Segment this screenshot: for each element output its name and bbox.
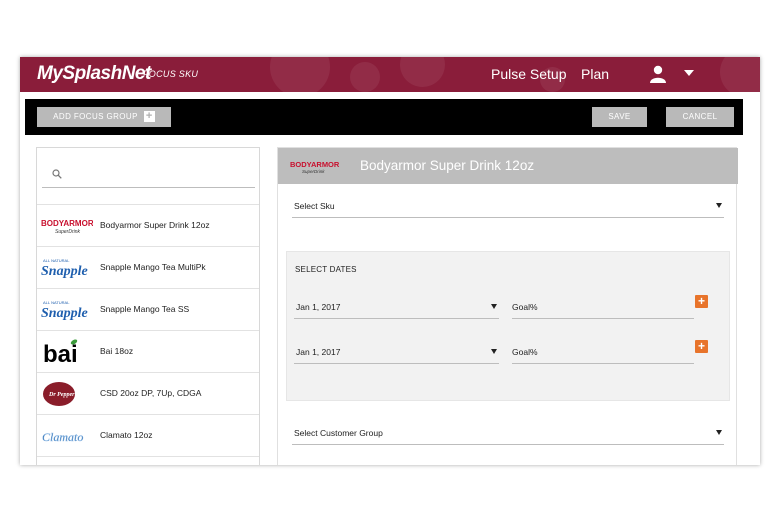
action-toolbar: ADD FOCUS GROUP + SAVE CANCEL bbox=[25, 99, 743, 135]
svg-text:ALL NATURAL: ALL NATURAL bbox=[43, 300, 70, 305]
clamato-logo: Clamato bbox=[42, 430, 84, 444]
svg-text:Clamato: Clamato bbox=[42, 430, 83, 444]
list-item[interactable]: ALL NATURAL Snapple Snapple Mango Tea SS bbox=[37, 288, 259, 330]
plus-icon: + bbox=[143, 111, 155, 123]
select-dates-section: SELECT DATES Jan 1, 2017 Goal% + Jan 1, … bbox=[286, 251, 730, 401]
list-item[interactable]: Clamato Clamato 12oz bbox=[37, 414, 259, 456]
add-date-row-button[interactable]: + bbox=[695, 340, 708, 353]
list-item[interactable]: BODYARMOR SuperDrink Bodyarmor Super Dri… bbox=[37, 204, 259, 246]
list-item[interactable]: ALL NATURAL Snapple Snapple Mango Tea Mu… bbox=[37, 246, 259, 288]
add-date-row-button[interactable]: + bbox=[695, 295, 708, 308]
goal-label: Goal% bbox=[512, 302, 538, 312]
sku-list: BODYARMOR SuperDrink Bodyarmor Super Dri… bbox=[37, 204, 259, 465]
svg-text:SuperDrink: SuperDrink bbox=[302, 169, 325, 174]
sku-list-panel: BODYARMOR SuperDrink Bodyarmor Super Dri… bbox=[36, 147, 260, 465]
app-logo: MySplashNet bbox=[37, 63, 151, 84]
svg-text:Snapple: Snapple bbox=[41, 306, 88, 321]
sku-detail-header: BODYARMOR SuperDrink Bodyarmor Super Dri… bbox=[278, 148, 738, 184]
list-item-label: Snapple Mango Tea MultiPk bbox=[100, 262, 206, 272]
date-dropdown[interactable]: Jan 1, 2017 bbox=[294, 297, 499, 319]
goal-field[interactable]: Goal% bbox=[512, 297, 694, 319]
list-item-label: Snapple Mango Tea SS bbox=[100, 304, 190, 314]
select-sku-dropdown[interactable]: Select Sku bbox=[292, 196, 724, 218]
dr-pepper-logo: Dr Pepper bbox=[43, 382, 75, 406]
sku-detail-panel: BODYARMOR SuperDrink Bodyarmor Super Dri… bbox=[277, 147, 738, 465]
goal-label: Goal% bbox=[512, 347, 538, 357]
search-input[interactable] bbox=[70, 164, 250, 184]
select-sku-label: Select Sku bbox=[294, 201, 335, 211]
select-customer-group-label: Select Customer Group bbox=[294, 428, 383, 438]
bodyarmor-logo: BODYARMOR SuperDrink bbox=[290, 160, 340, 174]
svg-text:bai: bai bbox=[43, 341, 78, 365]
cancel-button[interactable]: CANCEL bbox=[666, 107, 734, 127]
list-item-label: Clamato 12oz bbox=[100, 430, 153, 440]
goal-field[interactable]: Goal% bbox=[512, 342, 694, 364]
snapple-logo: ALL NATURAL Snapple bbox=[41, 300, 88, 321]
search-box bbox=[42, 162, 255, 188]
svg-text:ALL NATURAL: ALL NATURAL bbox=[43, 258, 70, 263]
app-window: MySplashNet FOCUS SKU Pulse Setup Plan A… bbox=[20, 57, 760, 465]
dropdown-arrow-icon bbox=[716, 203, 722, 208]
save-button[interactable]: SAVE bbox=[592, 107, 647, 127]
nav-pulse-setup[interactable]: Pulse Setup bbox=[491, 66, 567, 82]
svg-text:BODYARMOR: BODYARMOR bbox=[290, 160, 340, 169]
caret-down-icon[interactable] bbox=[684, 70, 694, 76]
search-icon bbox=[52, 169, 62, 179]
svg-text:SuperDrink: SuperDrink bbox=[55, 229, 81, 235]
dropdown-arrow-icon bbox=[491, 349, 497, 354]
list-item[interactable] bbox=[37, 456, 259, 465]
add-focus-group-button[interactable]: ADD FOCUS GROUP + bbox=[37, 107, 171, 127]
list-item[interactable]: bai Bai 18oz bbox=[37, 330, 259, 372]
dropdown-arrow-icon bbox=[491, 304, 497, 309]
svg-text:Dr Pepper: Dr Pepper bbox=[48, 392, 75, 398]
list-item-label: Bai 18oz bbox=[100, 346, 134, 356]
dropdown-arrow-icon bbox=[716, 430, 722, 435]
user-icon[interactable] bbox=[648, 65, 668, 83]
list-item-label: CSD 20oz DP, 7Up, CDGA bbox=[100, 388, 202, 398]
date-value: Jan 1, 2017 bbox=[296, 347, 341, 357]
nav-plan[interactable]: Plan bbox=[581, 66, 609, 82]
select-customer-group-dropdown[interactable]: Select Customer Group bbox=[292, 423, 724, 445]
list-item[interactable]: Dr Pepper CSD 20oz DP, 7Up, CDGA bbox=[37, 372, 259, 414]
date-value: Jan 1, 2017 bbox=[296, 302, 341, 312]
app-header: MySplashNet FOCUS SKU Pulse Setup Plan bbox=[20, 57, 760, 92]
bodyarmor-logo: BODYARMOR SuperDrink bbox=[41, 219, 93, 235]
svg-text:BODYARMOR: BODYARMOR bbox=[41, 219, 93, 228]
date-dropdown[interactable]: Jan 1, 2017 bbox=[294, 342, 499, 364]
select-dates-title: SELECT DATES bbox=[295, 265, 357, 274]
sku-detail-title: Bodyarmor Super Drink 12oz bbox=[360, 158, 535, 173]
bai-logo: bai bbox=[43, 339, 78, 365]
list-item-label: Bodyarmor Super Drink 12oz bbox=[100, 220, 210, 230]
add-focus-group-label: ADD FOCUS GROUP bbox=[53, 112, 138, 121]
app-subtitle: FOCUS SKU bbox=[143, 69, 199, 79]
snapple-logo: ALL NATURAL Snapple bbox=[41, 258, 88, 279]
svg-text:Snapple: Snapple bbox=[41, 264, 88, 279]
